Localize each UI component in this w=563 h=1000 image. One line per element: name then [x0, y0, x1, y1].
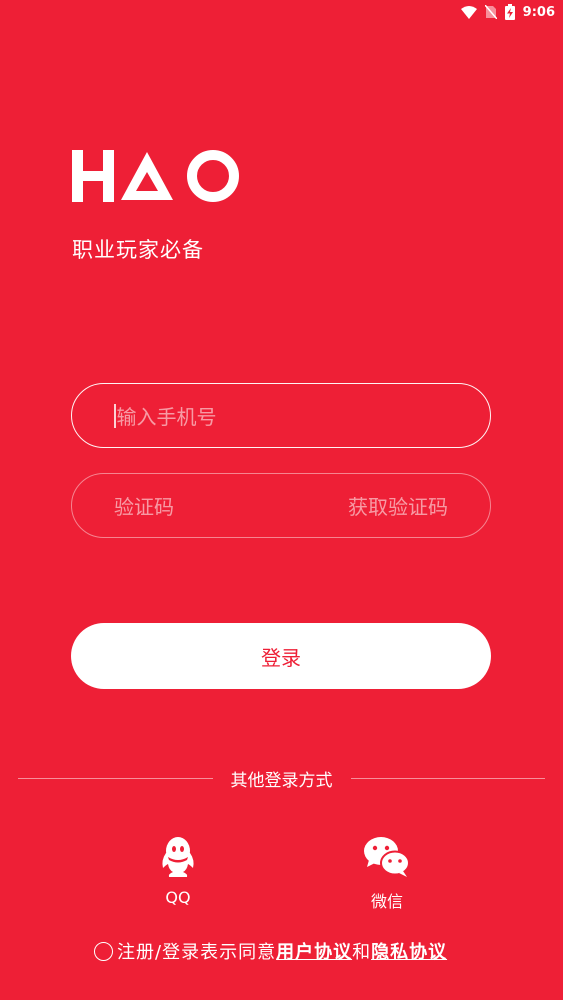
- no-sim-icon: [484, 5, 497, 19]
- phone-input[interactable]: 输入手机号: [71, 383, 491, 448]
- other-login-divider: 其他登录方式: [18, 766, 545, 791]
- wifi-icon: [460, 5, 477, 19]
- login-button[interactable]: 登录: [71, 623, 491, 689]
- battery-charging-icon: [504, 4, 515, 20]
- agreement-row: 注册/登录表示同意 用户协议 和 隐私协议: [94, 938, 447, 964]
- other-login-title: 其他登录方式: [230, 770, 333, 791]
- status-bar: 9:06: [0, 0, 563, 24]
- agreement-prefix: 注册/登录表示同意: [117, 942, 277, 963]
- wechat-icon: [364, 837, 410, 877]
- get-code-button[interactable]: 获取验证码: [348, 491, 448, 520]
- divider-line-right: [350, 777, 545, 779]
- privacy-agreement-link[interactable]: 隐私协议: [371, 938, 447, 964]
- wechat-login-button[interactable]: 微信: [355, 836, 419, 912]
- agreement-checkbox[interactable]: [94, 941, 113, 961]
- text-cursor: [114, 403, 116, 428]
- agreement-joiner: 和: [352, 942, 372, 963]
- tagline: 职业玩家必备: [72, 238, 204, 262]
- qq-label: QQ: [165, 888, 191, 907]
- hao-logo: [72, 150, 239, 202]
- code-placeholder: 验证码: [114, 495, 174, 519]
- user-agreement-link[interactable]: 用户协议: [276, 938, 352, 964]
- verification-code-input[interactable]: 验证码 获取验证码: [71, 473, 491, 538]
- qq-login-button[interactable]: QQ: [148, 836, 208, 907]
- phone-placeholder: 输入手机号: [116, 405, 217, 429]
- status-time: 9:06: [522, 4, 555, 20]
- wechat-label: 微信: [370, 892, 403, 911]
- qq-icon: [162, 837, 194, 877]
- divider-line-left: [18, 777, 213, 779]
